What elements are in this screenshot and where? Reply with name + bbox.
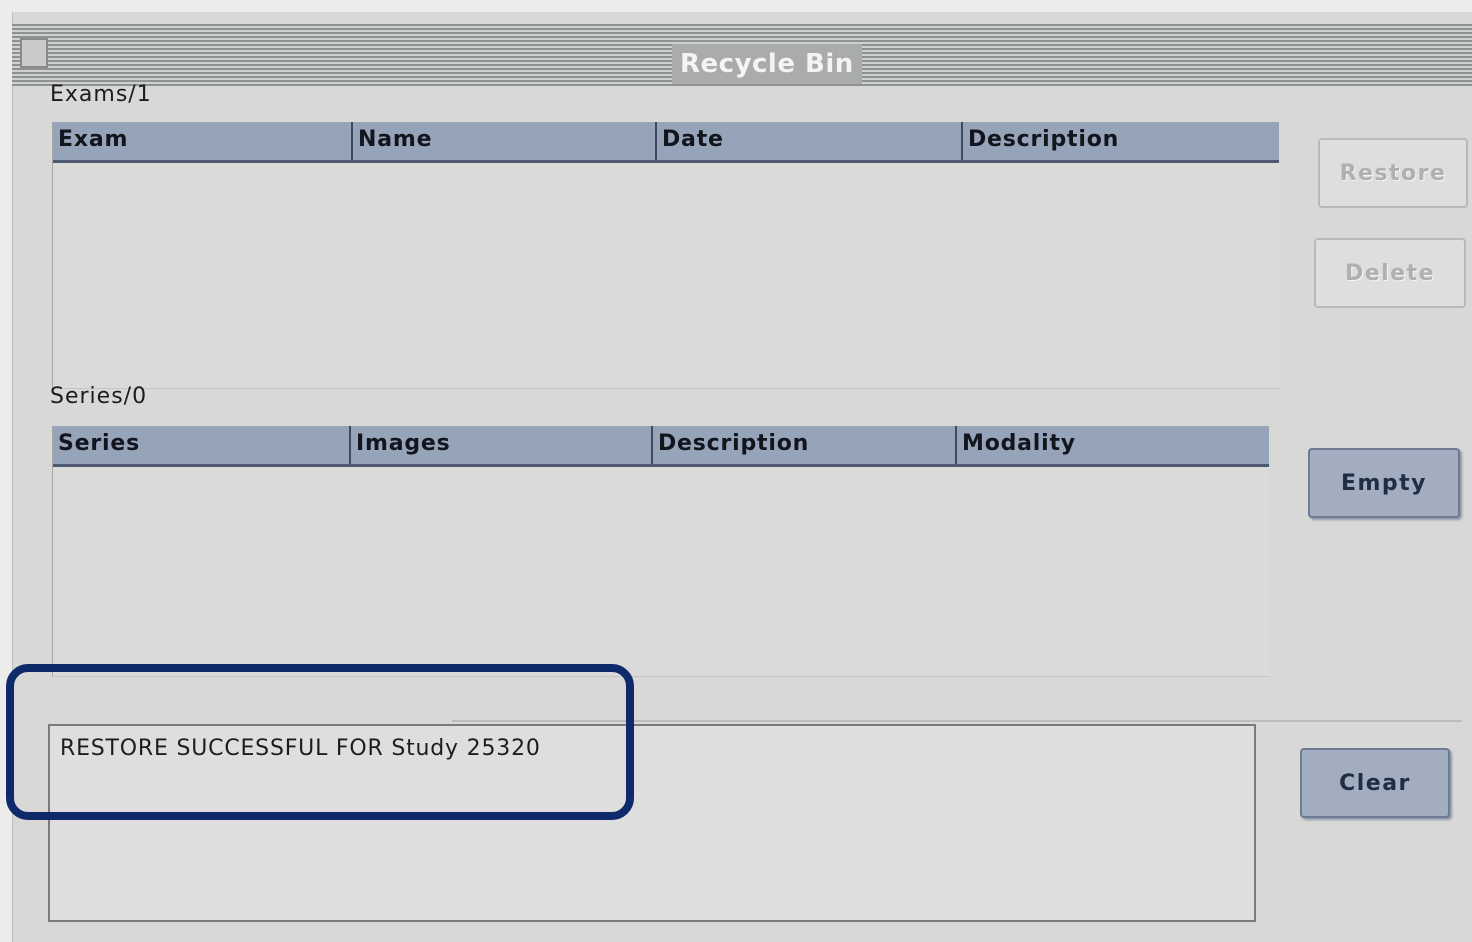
title-bar[interactable]: Recycle Bin (12, 24, 1472, 86)
series-col-series[interactable]: Series (53, 426, 349, 464)
series-col-modality[interactable]: Modality (955, 426, 1269, 464)
exams-col-description[interactable]: Description (961, 122, 1279, 160)
exams-col-name[interactable]: Name (351, 122, 655, 160)
series-col-description[interactable]: Description (651, 426, 955, 464)
empty-button[interactable]: Empty (1308, 448, 1460, 518)
window-close-box-icon[interactable] (20, 38, 48, 68)
exams-count-label: Exams/1 (50, 82, 152, 107)
delete-button[interactable]: Delete (1314, 238, 1466, 308)
exams-table-header: Exam Name Date Description (53, 122, 1279, 163)
series-col-images[interactable]: Images (349, 426, 651, 464)
restore-button[interactable]: Restore (1318, 138, 1468, 208)
window-title: Recycle Bin (672, 44, 862, 84)
exams-col-date[interactable]: Date (655, 122, 961, 160)
exams-table[interactable]: Exam Name Date Description (52, 122, 1279, 389)
recycle-bin-window: Recycle Bin Exams/1 Exam Name Date Descr… (12, 12, 1472, 942)
clear-button[interactable]: Clear (1300, 748, 1450, 818)
message-line: RESTORE SUCCESSFUL FOR Study 25320 (60, 736, 541, 761)
series-table[interactable]: Series Images Description Modality (52, 426, 1269, 677)
section-divider (452, 720, 1462, 722)
exams-col-exam[interactable]: Exam (53, 122, 351, 160)
series-count-label: Series/0 (50, 384, 148, 409)
series-table-header: Series Images Description Modality (53, 426, 1269, 467)
message-log[interactable]: RESTORE SUCCESSFUL FOR Study 25320 (48, 724, 1256, 922)
